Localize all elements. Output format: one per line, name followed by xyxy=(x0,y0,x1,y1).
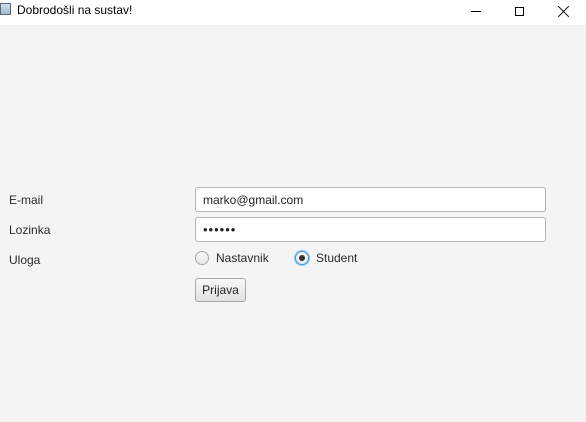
radio-selected-dot xyxy=(299,255,305,261)
minimize-icon xyxy=(470,10,481,12)
radio-student[interactable] xyxy=(295,251,309,265)
close-button[interactable] xyxy=(541,0,586,22)
login-button[interactable]: Prijava xyxy=(195,278,246,302)
email-label: E-mail xyxy=(9,193,44,207)
role-label: Uloga xyxy=(9,253,41,267)
role-option-nastavnik[interactable]: Nastavnik xyxy=(195,251,269,265)
window-title: Dobrodošli na sustav! xyxy=(17,3,133,17)
app-window-icon xyxy=(0,3,11,15)
radio-student-label: Student xyxy=(316,251,358,265)
email-field[interactable] xyxy=(195,187,546,212)
minimize-button[interactable] xyxy=(453,0,498,22)
radio-nastavnik[interactable] xyxy=(195,251,209,265)
title-bar[interactable]: Dobrodošli na sustav! xyxy=(0,0,586,25)
maximize-button[interactable] xyxy=(497,0,542,22)
role-option-student[interactable]: Student xyxy=(295,251,357,265)
password-field[interactable] xyxy=(195,217,546,242)
close-icon xyxy=(558,5,570,17)
password-label: Lozinka xyxy=(9,223,51,237)
radio-nastavnik-label: Nastavnik xyxy=(216,251,269,265)
maximize-icon xyxy=(515,6,524,16)
